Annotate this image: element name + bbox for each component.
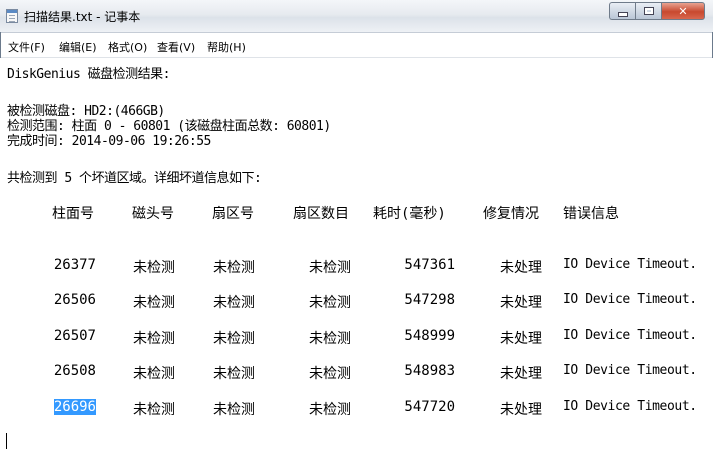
- sector-count-cell: 未检测: [309, 366, 351, 382]
- window-controls: ✕: [609, 2, 705, 20]
- sector-count-cell: 未检测: [309, 295, 351, 311]
- error-cell: IO Device Timeout.: [563, 363, 697, 378]
- head-cell: 未检测: [133, 331, 175, 347]
- close-button[interactable]: ✕: [661, 2, 705, 20]
- sector-cell: 未检测: [213, 331, 255, 347]
- report-heading: DiskGenius 磁盘检测结果:: [7, 67, 170, 82]
- maximize-button[interactable]: [635, 2, 661, 20]
- time-cell: 547298: [404, 292, 455, 308]
- menu-edit[interactable]: 编辑(E): [59, 39, 97, 55]
- time-cell: 547361: [404, 257, 455, 273]
- notepad-window: 扫描结果.txt - 记事本 ✕ 文件(F) 编辑(E) 格式(O) 查看(V)…: [0, 0, 713, 455]
- close-icon: ✕: [678, 4, 688, 18]
- head-cell: 未检测: [133, 366, 175, 382]
- summary-line: 共检测到 5 个坏道区域。详细坏道信息如下:: [7, 171, 262, 186]
- window-title: 扫描结果.txt - 记事本: [24, 10, 141, 24]
- sector-count-cell: 未检测: [309, 331, 351, 347]
- error-cell: IO Device Timeout.: [563, 328, 697, 343]
- menu-help[interactable]: 帮助(H): [207, 39, 246, 55]
- menu-view[interactable]: 查看(V): [157, 39, 195, 55]
- repair-cell: 未处理: [500, 402, 542, 418]
- time-cell: 548983: [404, 363, 455, 379]
- error-cell: IO Device Timeout.: [563, 257, 697, 272]
- head-cell: 未检测: [133, 295, 175, 311]
- error-cell: IO Device Timeout.: [563, 399, 697, 414]
- text-editor-area[interactable]: DiskGenius 磁盘检测结果: 被检测磁盘: HD2:(466GB) 检测…: [0, 58, 713, 455]
- repair-cell: 未处理: [500, 366, 542, 382]
- menu-file[interactable]: 文件(F): [8, 39, 45, 55]
- text-caret: [6, 433, 7, 449]
- header-head: 磁头号: [132, 206, 174, 222]
- sector-cell: 未检测: [213, 402, 255, 418]
- head-cell: 未检测: [133, 260, 175, 276]
- head-cell: 未检测: [133, 402, 175, 418]
- error-cell: IO Device Timeout.: [563, 292, 697, 307]
- cylinder-cell: 26508: [53, 363, 96, 379]
- menu-format[interactable]: 格式(O): [108, 39, 147, 55]
- notepad-icon[interactable]: [6, 9, 18, 23]
- maximize-icon: [643, 7, 654, 15]
- sector-cell: 未检测: [213, 260, 255, 276]
- cylinder-cell: 26377: [53, 257, 96, 273]
- time-info-line: 完成时间: 2014-09-06 19:26:55: [7, 134, 211, 149]
- header-time-ms: 耗时(毫秒): [373, 206, 446, 222]
- header-error-info: 错误信息: [563, 206, 619, 222]
- menu-bar: 文件(F) 编辑(E) 格式(O) 查看(V) 帮助(H): [0, 37, 713, 58]
- sector-count-cell: 未检测: [309, 260, 351, 276]
- repair-cell: 未处理: [500, 331, 542, 347]
- cylinder-cell: 26506: [53, 292, 96, 308]
- header-sector: 扇区号: [212, 206, 254, 222]
- time-cell: 547720: [404, 399, 455, 415]
- header-cylinder: 柱面号: [52, 206, 94, 222]
- sector-cell: 未检测: [213, 366, 255, 382]
- header-repair-status: 修复情况: [483, 206, 539, 222]
- minimize-button[interactable]: [609, 2, 635, 20]
- header-sector-count: 扇区数目: [293, 206, 349, 222]
- cylinder-cell: 26507: [53, 328, 96, 344]
- sector-cell: 未检测: [213, 295, 255, 311]
- time-cell: 548999: [404, 328, 455, 344]
- repair-cell: 未处理: [500, 295, 542, 311]
- repair-cell: 未处理: [500, 260, 542, 276]
- minimize-icon: [617, 11, 628, 17]
- sector-count-cell: 未检测: [309, 402, 351, 418]
- cylinder-cell: 26696: [53, 399, 96, 415]
- title-bar[interactable]: 扫描结果.txt - 记事本 ✕: [0, 0, 713, 33]
